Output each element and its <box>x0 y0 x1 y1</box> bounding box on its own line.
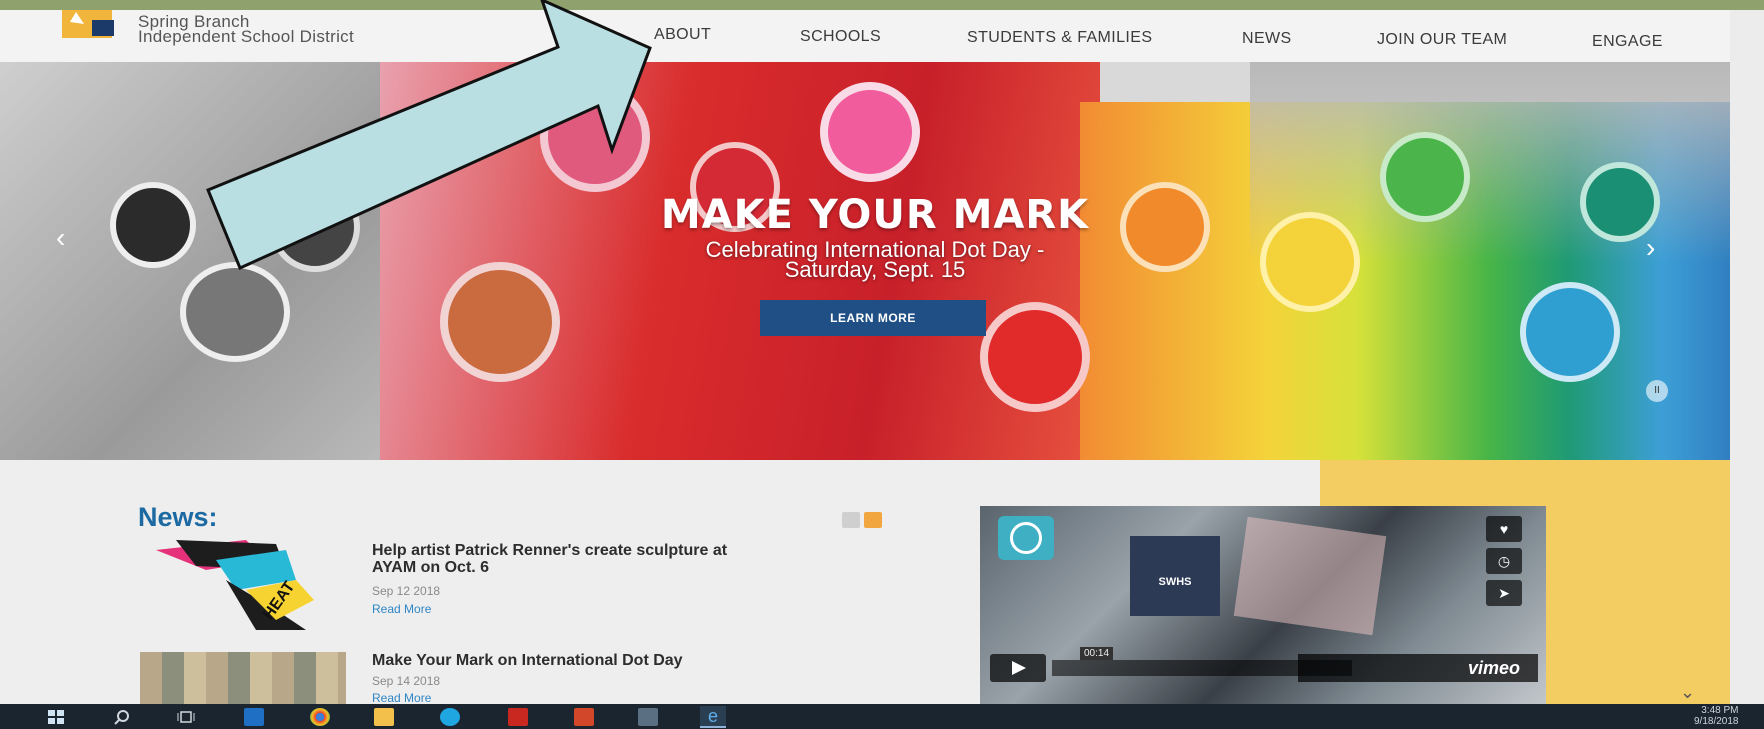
news-section: News: HEAT Help artist Patrick Renner's … <box>0 460 1730 704</box>
photo-frame: Spring Branch Independent School Distric… <box>0 0 1764 729</box>
news-item-1-read-more[interactable]: Read More <box>372 602 431 616</box>
dot-plate <box>1520 282 1620 382</box>
nav-students-families[interactable]: STUDENTS & FAMILIES <box>967 29 1152 47</box>
play-button[interactable] <box>990 654 1046 682</box>
watch-later-icon[interactable]: ◷ <box>1486 548 1522 574</box>
news-thumbnail-dotday[interactable] <box>140 652 346 704</box>
photos-icon[interactable] <box>638 708 658 726</box>
nav-schools[interactable]: SCHOOLS <box>800 28 881 46</box>
dot-plate <box>540 82 650 192</box>
dot-plate <box>820 82 920 182</box>
video-player[interactable]: SWHS ♥ ◷ ➤ 00:14 vimeo <box>980 506 1546 704</box>
chrome-icon[interactable] <box>310 708 330 726</box>
windows-start-icon[interactable] <box>46 708 66 726</box>
news-item-1-title-line1: Help artist Patrick Renner's create scul… <box>372 542 728 559</box>
hero-subtitle-line2: Saturday, Sept. 15 <box>784 257 966 282</box>
dot-plate <box>440 262 560 382</box>
outlook-icon[interactable] <box>244 708 264 726</box>
news-item-2-date: Sep 14 2018 <box>372 674 441 688</box>
nav-engage[interactable]: ENGAGE <box>1592 33 1663 51</box>
clock-date: 9/18/2018 <box>1694 716 1739 727</box>
news-item-2-read-more[interactable]: Read More <box>372 691 431 704</box>
hero-title: MAKE YOUR MARK <box>660 192 1090 238</box>
acrobat-icon[interactable] <box>508 708 528 726</box>
file-explorer-icon[interactable] <box>374 708 394 726</box>
powerpoint-icon[interactable] <box>574 708 594 726</box>
browser-screen: Spring Branch Independent School Distric… <box>0 10 1764 704</box>
nav-news[interactable]: NEWS <box>1242 30 1292 48</box>
smiley-badge-icon <box>998 516 1054 560</box>
news-item-1-title[interactable]: Help artist Patrick Renner's create scul… <box>372 542 727 576</box>
carousel-pause-icon[interactable]: II <box>1646 380 1668 402</box>
hero-carousel: ‹ › II MAKE YOUR MARK Celebrating Intern… <box>0 62 1730 460</box>
skype-icon[interactable] <box>440 708 460 726</box>
video-shirt-text: SWHS <box>1158 576 1192 588</box>
email-feed-icon[interactable] <box>842 512 860 528</box>
news-item-1-date: Sep 12 2018 <box>372 584 441 598</box>
news-item-1-title-line2: AYAM on Oct. 6 <box>372 559 490 576</box>
main-nav: ABOUT SCHOOLS STUDENTS & FAMILIES NEWS J… <box>0 26 1730 56</box>
news-thumbnail-heat[interactable]: HEAT <box>156 540 314 630</box>
learn-more-button[interactable]: LEARN MORE <box>760 300 986 336</box>
news-item-2-title[interactable]: Make Your Mark on International Dot Day <box>372 652 683 669</box>
feed-icons <box>842 512 898 530</box>
scroll-down-chevron-icon[interactable]: ⌄ <box>1680 682 1695 703</box>
like-icon[interactable]: ♥ <box>1486 516 1522 542</box>
video-time: 00:14 <box>1080 647 1114 660</box>
taskbar-clock[interactable]: 3:48 PM 9/18/2018 <box>1694 705 1739 727</box>
dot-plate <box>980 302 1090 412</box>
rss-feed-icon[interactable] <box>864 512 882 528</box>
video-person: SWHS <box>1130 536 1220 616</box>
windows-taskbar: e 3:48 PM 9/18/2018 <box>0 704 1764 729</box>
search-icon[interactable] <box>112 708 132 726</box>
share-icon[interactable]: ➤ <box>1486 580 1522 606</box>
vimeo-controls: vimeo <box>1298 654 1538 682</box>
task-view-icon[interactable] <box>176 708 196 726</box>
internet-explorer-icon[interactable]: e <box>700 706 726 728</box>
nav-join-our-team[interactable]: JOIN OUR TEAM <box>1377 31 1507 49</box>
vimeo-brand[interactable]: vimeo <box>1468 658 1520 678</box>
nav-about[interactable]: ABOUT <box>654 26 711 44</box>
hero-subtitle: Celebrating International Dot Day - Satu… <box>0 239 1730 282</box>
video-photo <box>1233 516 1387 636</box>
clock-time: 3:48 PM <box>1701 705 1739 716</box>
news-heading: News: <box>138 502 218 532</box>
